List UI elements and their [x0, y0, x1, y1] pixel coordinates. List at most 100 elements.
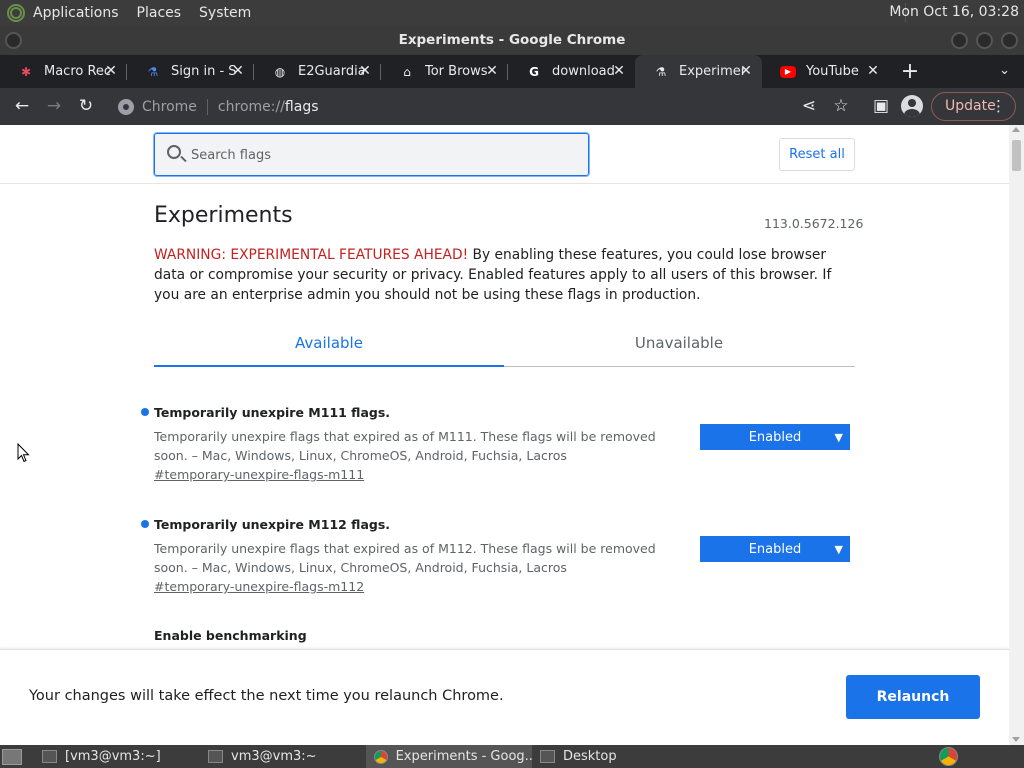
top-panel: Applications Places System Mon Oct 16, 0…	[0, 0, 1024, 25]
close-tab-icon[interactable]: ✕	[230, 63, 246, 79]
bookmark-star-icon[interactable]: ☆	[829, 94, 853, 118]
youtube-icon: ▶	[780, 65, 796, 78]
profile-avatar-icon[interactable]	[901, 95, 923, 117]
close-tab-icon[interactable]: ✕	[865, 63, 881, 79]
reload-icon[interactable]: ↻	[74, 94, 98, 118]
forward-arrow-icon[interactable]: →	[42, 94, 66, 118]
scrollbar-thumb[interactable]	[1012, 140, 1021, 171]
relaunch-message: Your changes will take effect the next t…	[29, 688, 504, 704]
warning-label: WARNING: EXPERIMENTAL FEATURES AHEAD!	[154, 247, 469, 263]
reset-all-button[interactable]: Reset all	[779, 138, 855, 171]
window-title: Experiments - Google Chrome	[398, 32, 626, 48]
flag-state-value: Enabled	[748, 430, 802, 445]
flags-header: Reset all	[0, 125, 1009, 184]
update-button[interactable]: Update ⋮	[931, 92, 1016, 121]
tab-youtube[interactable]: ▶ YouTube ✕	[762, 55, 889, 88]
tab-search-chevron-icon[interactable]: ⌄	[999, 63, 1010, 78]
terminal-icon	[208, 750, 223, 763]
flag-description: Temporarily unexpire flags that expired …	[154, 541, 656, 575]
flag-description: Temporarily unexpire flags that expired …	[154, 429, 656, 463]
window-titlebar[interactable]: Experiments - Google Chrome	[0, 25, 1024, 55]
url-host: flags	[284, 98, 319, 115]
flag-state-select[interactable]: Enabled ▼	[700, 536, 850, 562]
tab-experiments[interactable]: ⚗ Experimen ✕	[635, 55, 762, 88]
macro-recorder-icon: ✱	[20, 64, 32, 79]
modified-indicator-dot	[141, 520, 149, 528]
flask-icon: ⚗	[655, 64, 667, 79]
tab-title: E2Guardia	[298, 64, 364, 79]
page-scrollbar[interactable]	[1009, 125, 1024, 745]
search-input[interactable]	[191, 142, 571, 168]
menu-system[interactable]: System	[199, 5, 251, 21]
page-title: Experiments	[154, 203, 293, 228]
distro-logo-icon[interactable]	[7, 3, 25, 22]
taskbar-item-terminal-2[interactable]: vm3@vm3:~	[200, 745, 366, 768]
mouse-cursor-icon	[17, 443, 30, 463]
taskbar-item-desktop[interactable]: Desktop	[532, 745, 692, 768]
tab-download[interactable]: G download ✕	[508, 55, 635, 88]
minimize-icon[interactable]	[951, 32, 968, 49]
warning-text: WARNING: EXPERIMENTAL FEATURES AHEAD! By…	[154, 245, 856, 305]
close-tab-icon[interactable]: ✕	[357, 63, 373, 79]
menu-places[interactable]: Places	[137, 5, 182, 21]
flag-name: Temporarily unexpire M112 flags.	[154, 517, 391, 532]
flag-name: Temporarily unexpire M111 flags.	[154, 405, 391, 420]
close-tab-icon[interactable]: ✕	[103, 63, 119, 79]
taskbar-label: [vm3@vm3:~]	[65, 749, 161, 764]
taskbar-item-chrome[interactable]: Experiments - Goog...	[366, 745, 532, 768]
taskbar-label: Desktop	[563, 749, 617, 764]
scroll-up-arrow-icon[interactable]	[1012, 127, 1020, 132]
side-panel-icon[interactable]: ▣	[869, 94, 893, 118]
window-menu-icon[interactable]	[5, 32, 22, 49]
flag-item: Enable benchmarking	[154, 628, 856, 643]
maximize-icon[interactable]	[976, 32, 993, 49]
menu-applications[interactable]: Applications	[33, 5, 119, 21]
back-arrow-icon[interactable]: ←	[10, 94, 34, 118]
taskbar-label: vm3@vm3:~	[231, 749, 317, 764]
tab-title: download	[552, 64, 615, 79]
chrome-site-icon[interactable]	[118, 98, 134, 115]
relaunch-bar: Your changes will take effect the next t…	[0, 649, 1009, 745]
tab-tor-browser[interactable]: ⌂ Tor Brows ✕	[381, 55, 508, 88]
tab-title: Tor Brows	[425, 64, 488, 79]
flag-permalink[interactable]: #temporary-unexpire-flags-m112	[154, 579, 856, 594]
relaunch-button[interactable]: Relaunch	[846, 675, 980, 719]
address-bar[interactable]: Chrome chrome://flags	[112, 91, 856, 122]
close-tab-icon[interactable]: ✕	[611, 63, 627, 79]
tab-title: Sign in - Se	[171, 64, 237, 79]
close-tab-icon[interactable]: ✕	[738, 63, 754, 79]
close-window-icon[interactable]	[1001, 32, 1018, 49]
search-icon	[167, 145, 181, 159]
search-box[interactable]	[153, 132, 590, 177]
tab-e2guardian[interactable]: ◍ E2Guardia ✕	[254, 55, 381, 88]
tab-available[interactable]: Available	[154, 326, 504, 367]
tab-sign-in[interactable]: ⚗ Sign in - Se ✕	[127, 55, 254, 88]
flag-state-value: Enabled	[748, 542, 802, 557]
site-chip: Chrome	[142, 98, 197, 115]
taskbar-item-terminal-1[interactable]: [vm3@vm3:~]	[34, 745, 200, 768]
share-icon[interactable]: ⋖	[797, 94, 821, 118]
tab-strip: ✱ Macro Reco ✕ ⚗ Sign in - Se ✕ ◍ E2Guar…	[0, 55, 1024, 88]
url-scheme: chrome://	[217, 98, 285, 115]
flag-name: Enable benchmarking	[154, 628, 307, 643]
clock[interactable]: Mon Oct 16, 03:28	[889, 4, 1019, 20]
flags-tabs: Available Unavailable	[154, 326, 855, 367]
modified-indicator-dot	[141, 408, 149, 416]
chevron-down-icon: ▼	[834, 543, 843, 556]
scroll-down-arrow-icon[interactable]	[1012, 737, 1020, 742]
flag-state-select[interactable]: Enabled ▼	[700, 424, 850, 450]
tab-title: Experimen	[679, 64, 745, 79]
tab-macro-recorder[interactable]: ✱ Macro Reco ✕	[0, 55, 127, 88]
kebab-menu-icon[interactable]: ⋮	[991, 93, 1006, 120]
chrome-icon	[374, 749, 388, 764]
flag-permalink[interactable]: #temporary-unexpire-flags-m111	[154, 467, 856, 482]
terminal-icon	[42, 750, 57, 763]
tab-title: YouTube	[806, 64, 859, 79]
show-desktop-icon[interactable]	[2, 748, 22, 765]
tab-unavailable[interactable]: Unavailable	[504, 326, 854, 367]
tray-chrome-icon[interactable]	[939, 747, 958, 766]
flag-item: Temporarily unexpire M111 flags. Tempora…	[141, 405, 856, 482]
desktop-icon	[540, 750, 555, 763]
close-tab-icon[interactable]: ✕	[484, 63, 500, 79]
new-tab-button[interactable]: +	[891, 55, 929, 88]
